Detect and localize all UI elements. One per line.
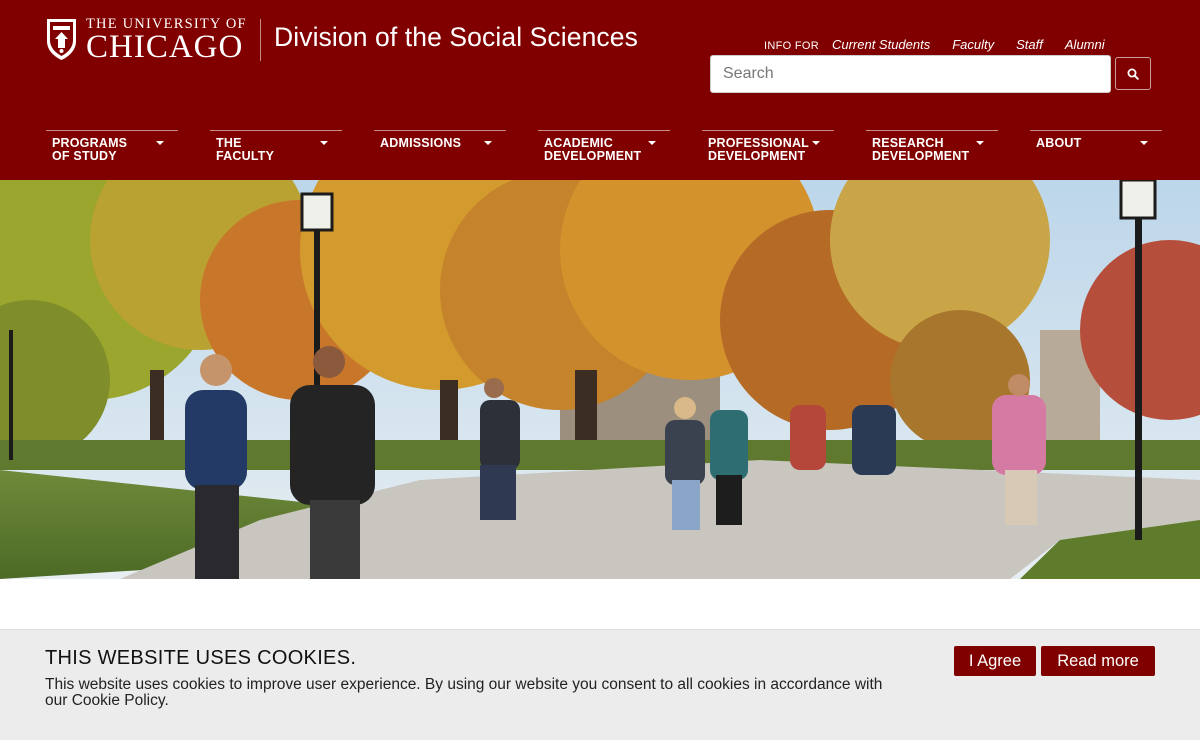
nav-item-professional-development[interactable]: PROFESSIONAL DEVELOPMENT (702, 130, 834, 178)
nav-item-academic-development[interactable]: ACADEMIC DEVELOPMENT (538, 130, 670, 178)
logo-divider (260, 19, 261, 61)
caret-down-icon (976, 141, 984, 145)
logo-wordmark: THE UNIVERSITY OF CHICAGO (86, 16, 247, 65)
caret-down-icon (812, 141, 820, 145)
nav-item-the-faculty[interactable]: THE FACULTY (210, 130, 342, 178)
caret-down-icon (648, 141, 656, 145)
nav-label: PROGRAMS OF STUDY (52, 136, 128, 163)
nav-label: THE FACULTY (216, 136, 275, 163)
read-more-button[interactable]: Read more (1041, 646, 1155, 676)
caret-down-icon (1140, 141, 1148, 145)
logo-bottom-text: CHICAGO (86, 29, 244, 65)
info-link-staff[interactable]: Staff (1016, 37, 1043, 52)
caret-down-icon (484, 141, 492, 145)
nav-label: PROFESSIONAL DEVELOPMENT (708, 136, 810, 163)
search-input[interactable] (710, 55, 1111, 93)
caret-down-icon (156, 141, 164, 145)
agree-button[interactable]: I Agree (954, 646, 1036, 676)
nav-item-research-development[interactable]: RESEARCH DEVELOPMENT (866, 130, 998, 178)
search-icon (1127, 68, 1139, 80)
university-logo[interactable]: THE UNIVERSITY OF CHICAGO (45, 16, 247, 65)
division-title[interactable]: Division of the Social Sciences (274, 22, 638, 53)
search-button[interactable] (1115, 57, 1151, 90)
nav-item-admissions[interactable]: ADMISSIONS (374, 130, 506, 178)
nav-label: ABOUT (1036, 136, 1082, 150)
cookie-title: THIS WEBSITE USES COOKIES. (45, 647, 357, 669)
nav-label: ACADEMIC DEVELOPMENT (544, 136, 642, 163)
hero-image (0, 180, 1200, 579)
cookie-text: This website uses cookies to improve use… (45, 676, 883, 709)
nav-item-programs-of-study[interactable]: PROGRAMS OF STUDY (46, 130, 178, 178)
info-link-faculty[interactable]: Faculty (952, 37, 994, 52)
campus-quad-illustration (0, 180, 1200, 579)
caret-down-icon (320, 141, 328, 145)
info-link-alumni[interactable]: Alumni (1065, 37, 1105, 52)
nav-label: ADMISSIONS (380, 136, 462, 150)
nav-item-about[interactable]: ABOUT (1030, 130, 1162, 178)
shield-icon (47, 19, 76, 60)
cookie-banner: THIS WEBSITE USES COOKIES. This website … (0, 629, 1200, 740)
nav-label: RESEARCH DEVELOPMENT (872, 136, 970, 163)
info-link-current-students[interactable]: Current Students (832, 37, 930, 52)
info-for-label: INFO FOR (764, 40, 819, 52)
site-header: THE UNIVERSITY OF CHICAGO Division of th… (0, 0, 1200, 180)
main-nav: PROGRAMS OF STUDY THE FACULTY ADMISSIONS A… (46, 130, 1163, 180)
info-for-menu: INFO FOR Current Students Faculty Staff … (764, 37, 1105, 52)
